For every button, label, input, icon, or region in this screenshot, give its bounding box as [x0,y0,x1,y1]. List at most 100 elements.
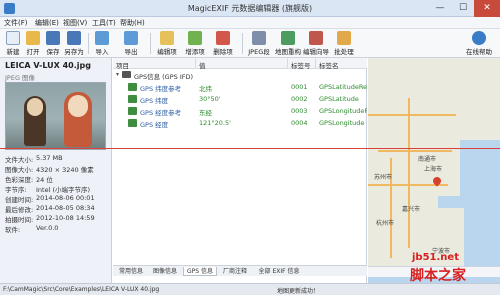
cell-tag-name: GPSLongitudeRef [319,107,367,115]
jpeg-segment-icon [252,31,266,45]
map-label: 南通市 [418,156,437,163]
column-tag-name[interactable]: 标签名 [319,60,339,70]
pencil-icon [160,31,174,45]
info-created: 创建时间: 2014-08-06 00:01 [5,194,95,204]
menu-view[interactable]: 视图(V) [63,18,87,28]
watermark-url: jb51.net [412,252,459,263]
online-help-button[interactable]: 在线帮助 [462,30,496,57]
gps-tag-icon [128,107,137,115]
tab-all-exif[interactable]: 全部 EXIF 信息 [253,267,305,276]
export-button[interactable]: 导出 [121,30,141,57]
new-file-icon [6,31,20,45]
table-row[interactable]: GPS 纬度 30°50' 0002 GPSLatitude [113,94,367,105]
toolbar-separator [242,33,243,54]
cell-tag-name: GPSLongitude [319,119,365,127]
status-map-message: 地图更新成功！ [277,288,320,295]
save-as-icon [67,31,81,45]
table-row[interactable]: GPS 经度参考 东经 0003 GPSLongitudeRef [113,106,367,117]
info-byte-order: 字节序: Intel (小端字节序) [5,186,91,194]
group-label: GPS信息 (GPS IFD) [134,73,194,81]
thumbnail-doll-face [68,95,88,117]
site-watermark: jb51.net 脚本之家 [410,252,500,295]
close-button[interactable]: ✕ [474,0,500,17]
thumbnail-doll-face [27,98,43,116]
info-file-size: 文件大小: 5.37 MB [5,154,63,164]
cell-item: GPS 纬度参考 [140,85,182,93]
add-item-button[interactable]: 增添项 [183,30,207,57]
watermark-site-name: 脚本之家 [410,268,466,284]
minimize-button[interactable]: — [428,0,452,17]
app-icon [4,3,15,14]
map-road [408,98,410,248]
table-row[interactable]: GPS 经度 121°20.5' 0004 GPSLongitude [113,118,367,129]
delete-item-button[interactable]: 删除项 [210,30,236,57]
title-bar: MagicEXIF 元数据编辑器 (旗舰版) — ☐ ✕ [0,0,500,17]
info-shot-time: 拍摄时间: 2012-10-08 14:59 [5,214,95,224]
delete-icon [216,31,230,45]
cell-item: GPS 经度参考 [140,109,182,117]
menu-tools[interactable]: 工具(T) [92,18,116,28]
column-divider[interactable] [315,58,316,69]
map-label: 上海市 [424,166,443,173]
toolbar: 新建 打开 保存 另存为 导入 导出 编辑项 增添项 删除项 JPEG段 地图重… [0,29,500,58]
menu-file[interactable]: 文件(F) [4,18,28,28]
toolbar-separator [150,33,151,54]
gps-tag-icon [128,119,137,127]
map-label: 苏州市 [374,174,393,181]
cell-item: GPS 经度 [140,121,169,129]
file-name: LEICA V-LUX 40.jpg [5,61,91,70]
column-tag-number[interactable]: 标签号 [291,60,311,70]
new-button[interactable]: 新建 [4,30,22,57]
menu-edit[interactable]: 编辑(E) [35,18,59,28]
tab-gps-info[interactable]: GPS 信息 [183,267,217,276]
image-thumbnail [5,82,106,150]
import-button[interactable]: 导入 [92,30,112,57]
map-view[interactable]: 南通市 上海市 苏州市 杭州市 嘉兴市 宁波市 [368,58,500,283]
info-image-size: 图像大小: 4320 × 3240 像素 [5,166,94,174]
status-file-path: F:\CamMagic\Src\Core\Examples\LEICA V-LU… [3,286,160,293]
map-land [368,136,460,196]
cell-tag-name: GPSLatitudeRef [319,83,367,91]
file-type: JPEG 图像 [5,74,36,82]
open-button[interactable]: 打开 [24,30,42,57]
menu-help[interactable]: 帮助(H) [120,18,145,28]
map-road [378,150,452,152]
map-label: 杭州市 [376,220,395,227]
cell-tag: 0004 [291,119,308,127]
window-title: MagicEXIF 元数据编辑器 (旗舰版) [187,4,313,13]
map-relocate-button[interactable]: 地图重构 [275,30,301,57]
column-divider[interactable] [287,58,288,69]
folder-open-icon [26,31,40,45]
gps-group-row[interactable]: ▾ GPS信息 (GPS IFD) [113,70,367,81]
batch-button[interactable]: 批处理 [332,30,356,57]
save-as-button[interactable]: 另存为 [63,30,85,57]
red-guide-line [0,148,500,149]
export-icon [124,31,138,45]
info-software: 软件: Ver.0.0 [5,224,59,234]
table-row[interactable]: GPS 纬度参考 北纬 0001 GPSLatitudeRef [113,82,367,93]
save-button[interactable]: 保存 [44,30,62,57]
add-icon [188,31,202,45]
file-info-panel: LEICA V-LUX 40.jpg JPEG 图像 文件大小: 5.37 MB… [0,58,112,283]
edit-wizard-button[interactable]: 编辑向导 [303,30,329,57]
map-icon [281,31,295,45]
maximize-button[interactable]: ☐ [451,0,475,17]
gps-tag-icon [128,83,137,91]
metadata-table: 项目 值 标签号 标签名 ▾ GPS信息 (GPS IFD) GPS 纬度参考 … [113,58,367,283]
info-color-depth: 色彩深度: 24 位 [5,176,53,184]
column-item[interactable]: 项目 [116,60,129,70]
wizard-icon [309,31,323,45]
map-land [368,58,500,140]
folder-icon [122,71,131,78]
cell-tag: 0001 [291,83,308,91]
tab-image-info[interactable]: 图像信息 [149,267,181,276]
jpeg-segment-button[interactable]: JPEG段 [247,30,271,57]
gps-tag-icon [128,95,137,103]
column-value[interactable]: 值 [199,60,206,70]
info-modified: 最后修改: 2014-08-05 08:34 [5,204,95,214]
tab-common-info[interactable]: 常用信息 [115,267,147,276]
tab-maker-notes[interactable]: 厂商注释 [219,267,251,276]
cell-value: 121°20.5' [199,119,231,127]
column-divider[interactable] [195,58,196,69]
edit-item-button[interactable]: 编辑项 [155,30,179,57]
